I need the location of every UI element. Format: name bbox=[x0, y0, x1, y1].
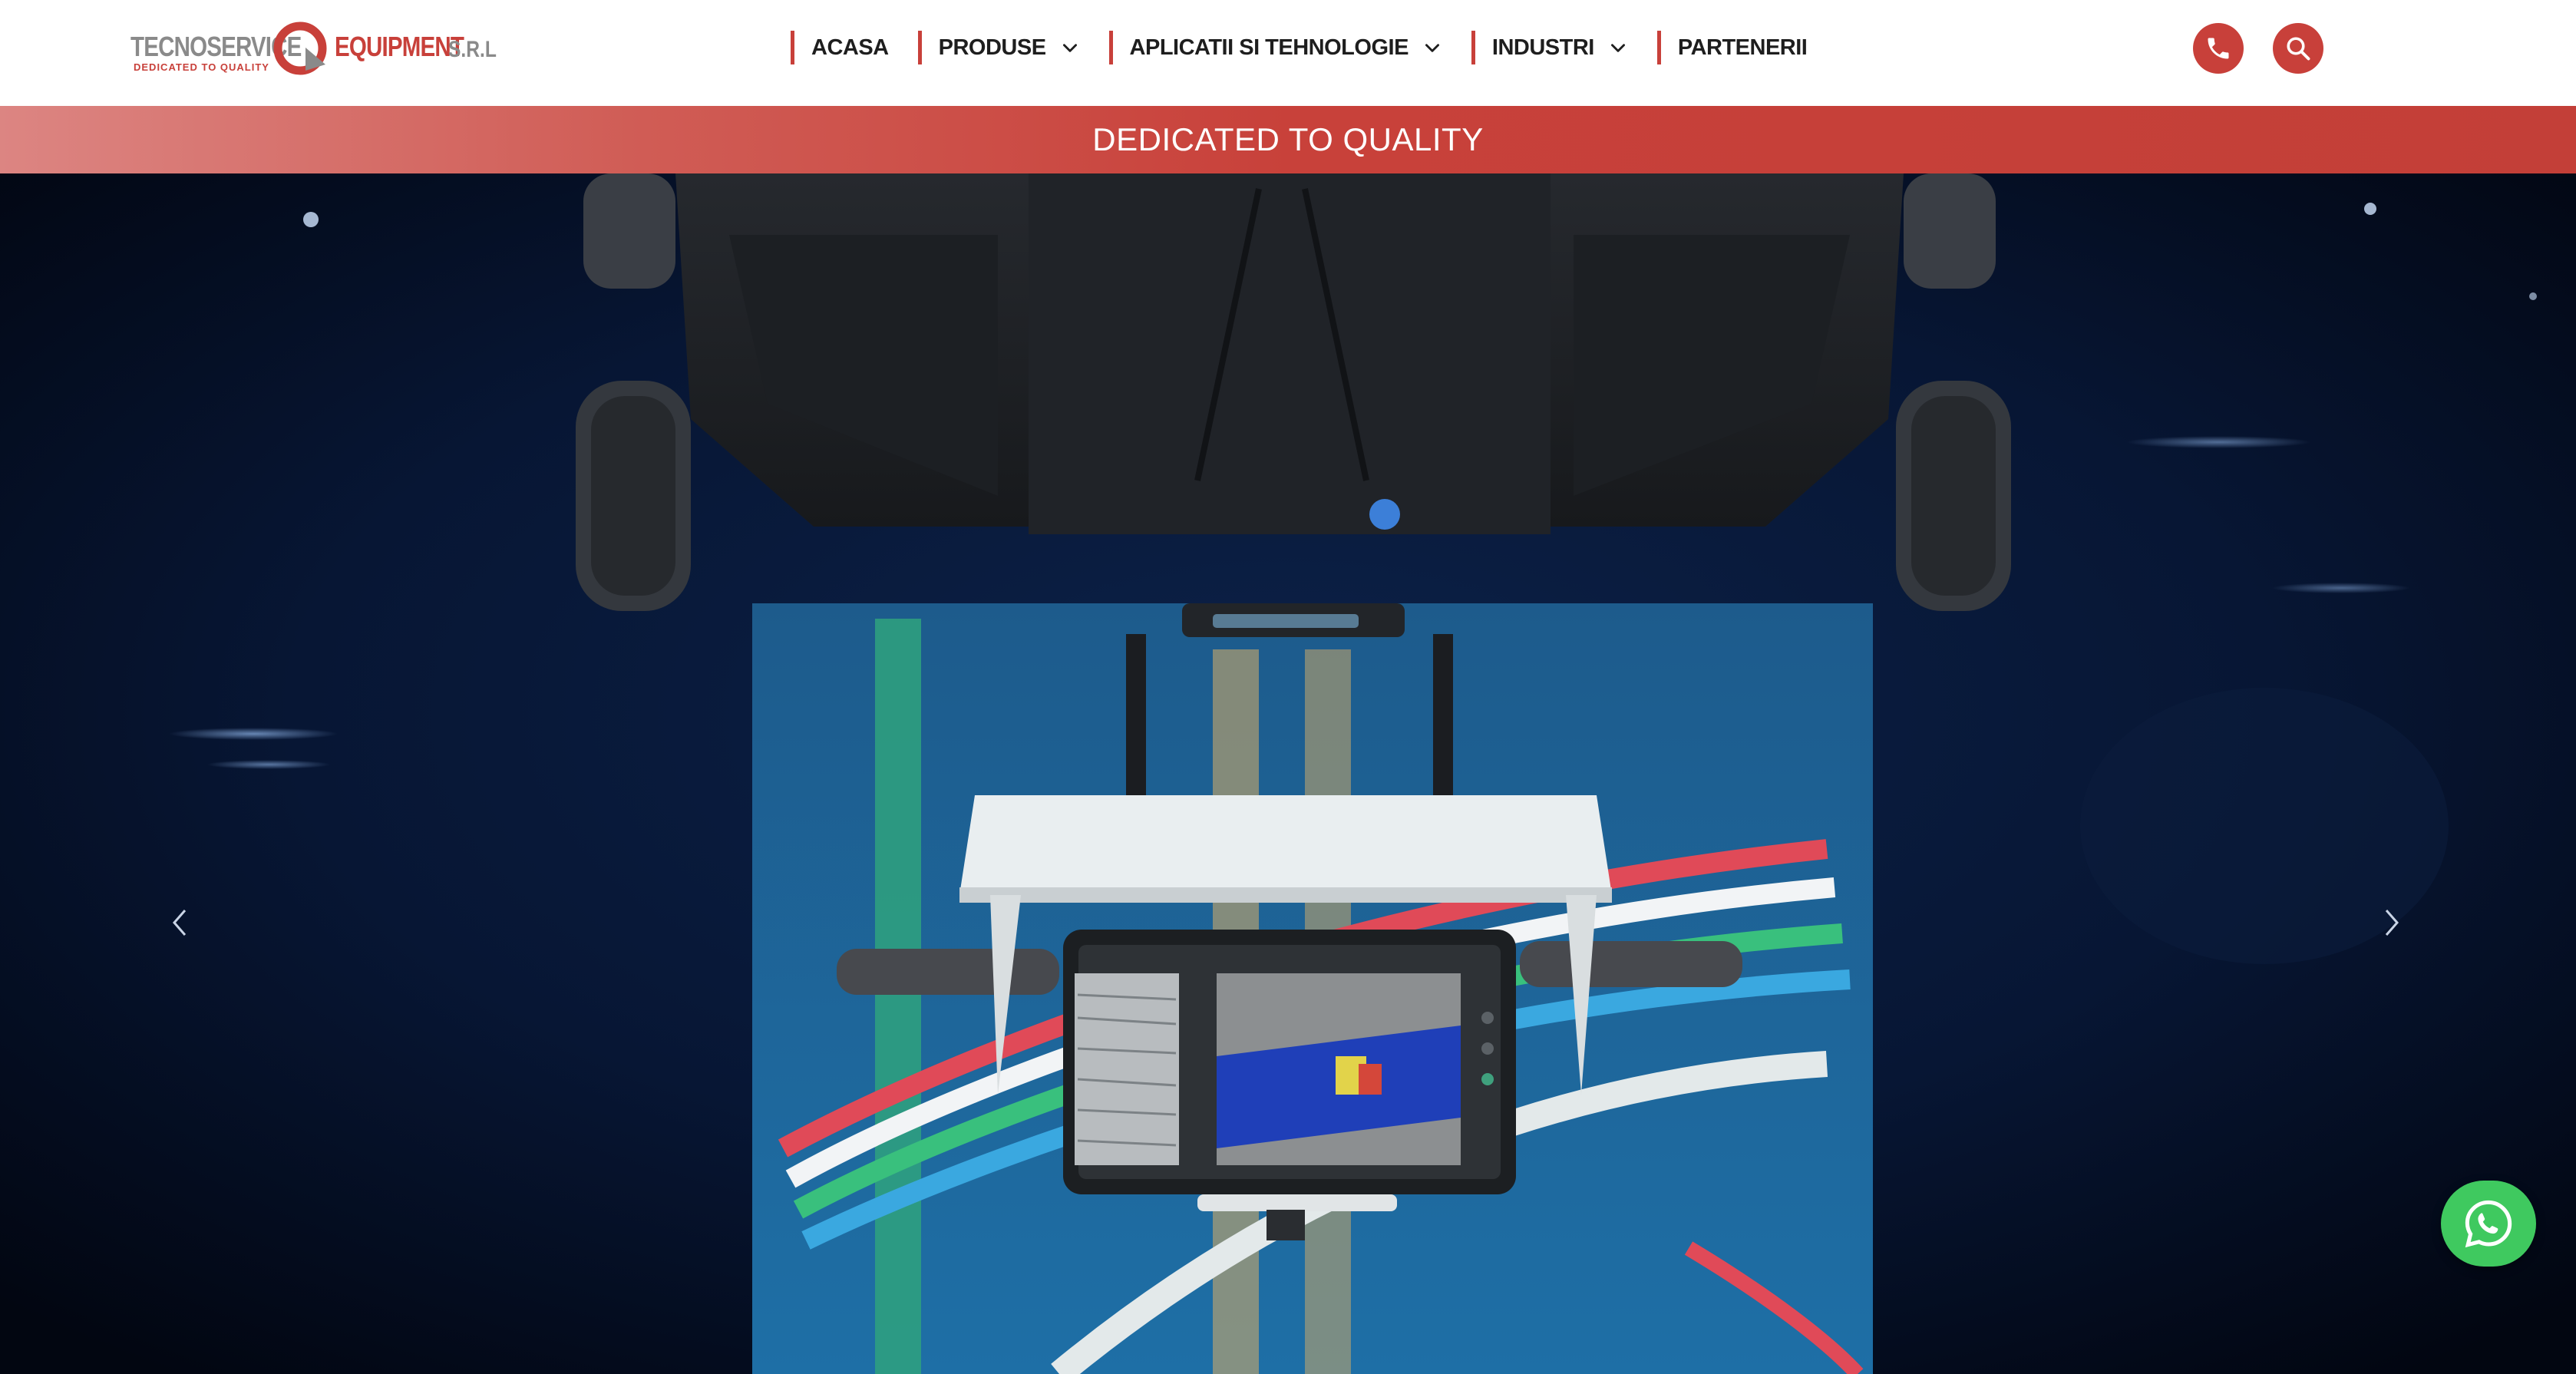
nav-item-industri[interactable]: INDUSTRI bbox=[1471, 31, 1657, 64]
chevron-down-icon bbox=[1062, 44, 1077, 52]
chevron-left-icon bbox=[173, 910, 187, 936]
nav-item-produse[interactable]: PRODUSE bbox=[917, 31, 1109, 64]
brand-name-part2: EQUIPMENT bbox=[335, 31, 464, 62]
nav-item-label: APLICATII SI TEHNOLOGIE bbox=[1129, 35, 1409, 60]
search-button[interactable] bbox=[2273, 23, 2323, 74]
slider-prev-button[interactable] bbox=[157, 884, 203, 961]
nav-item-acasa[interactable]: ACASA bbox=[791, 31, 918, 64]
brand-tagline-small: DEDICATED TO QUALITY bbox=[134, 61, 269, 73]
phone-icon bbox=[2208, 38, 2229, 59]
phone-button[interactable] bbox=[2193, 23, 2244, 74]
q-logo-icon bbox=[273, 21, 327, 75]
brand-logo[interactable]: TECNOSERVICE DEDICATED TO QUALITY EQUIPM… bbox=[129, 20, 497, 81]
search-icon bbox=[2287, 37, 2310, 61]
nav-item-label: PARTENERII bbox=[1677, 35, 1808, 60]
nav-item-aplicatii-si-tehnologie[interactable]: APLICATII SI TEHNOLOGIE bbox=[1108, 31, 1471, 64]
chevron-right-icon bbox=[2385, 910, 2399, 936]
slider-next-button[interactable] bbox=[2369, 884, 2415, 961]
nav-item-partenerii[interactable]: PARTENERII bbox=[1656, 31, 1836, 64]
whatsapp-icon bbox=[2465, 1200, 2512, 1248]
tagline-text: DEDICATED TO QUALITY bbox=[1092, 121, 1484, 157]
whatsapp-button[interactable] bbox=[2441, 1181, 2536, 1267]
brand-suffix: S.R.L bbox=[448, 37, 497, 62]
chevron-down-icon bbox=[1425, 44, 1439, 52]
nav-item-label: INDUSTRI bbox=[1491, 35, 1594, 60]
tagline-banner: DEDICATED TO QUALITY bbox=[0, 106, 2576, 173]
hero-slider bbox=[0, 173, 2576, 1374]
hero-image bbox=[0, 173, 2576, 1374]
site-header: TECNOSERVICE DEDICATED TO QUALITY EQUIPM… bbox=[0, 0, 2576, 106]
chevron-down-icon bbox=[1610, 44, 1625, 52]
nav-item-label: ACASA bbox=[811, 35, 889, 60]
main-nav: ACASA PRODUSE APLICATII SI TEHNOLOGIE IN… bbox=[791, 31, 1836, 64]
nav-item-label: PRODUSE bbox=[938, 35, 1046, 60]
